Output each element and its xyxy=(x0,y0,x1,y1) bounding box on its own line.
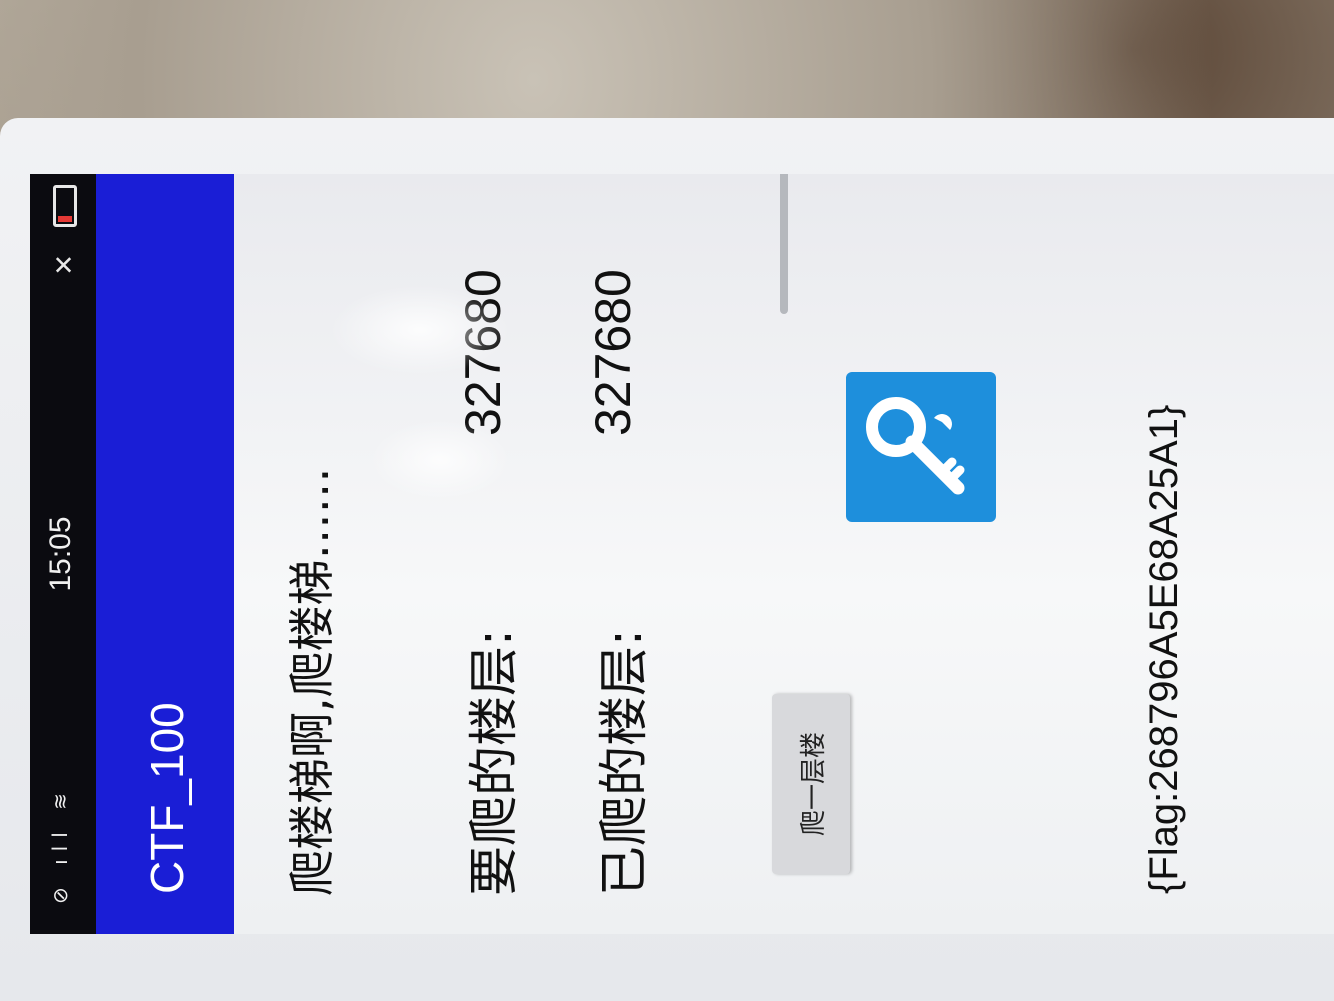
phone-screen: ⊘ ıll ≋ 15:05 ✕ CTF_100 爬楼梯啊,爬楼梯…… 要爬的楼层… xyxy=(30,174,1334,934)
flag-text: {Flag:268796A5E68A25A1} xyxy=(1142,404,1186,894)
status-time: 15:05 xyxy=(44,516,77,592)
climb-one-floor-button[interactable]: 爬一层楼 xyxy=(772,694,850,874)
app-bar: CTF_100 xyxy=(96,174,234,934)
progress-fill xyxy=(780,174,788,314)
target-floor-value: 327680 xyxy=(455,269,511,436)
app-title: CTF_100 xyxy=(141,702,193,894)
status-bar: ⊘ ıll ≋ 15:05 ✕ xyxy=(30,174,96,934)
progress-bar xyxy=(780,174,788,314)
battery-level xyxy=(58,216,72,222)
headline-text: 爬楼梯啊,爬楼梯…… xyxy=(285,467,339,896)
battery-icon xyxy=(53,185,77,227)
climbed-floor-label: 已爬的楼层: xyxy=(595,629,653,896)
main-content: 爬楼梯啊,爬楼梯…… 要爬的楼层: 327680 已爬的楼层: 327680 爬… xyxy=(234,174,1334,934)
target-floor-label: 要爬的楼层: xyxy=(465,629,523,896)
rotated-screen-content: ⊘ ıll ≋ 15:05 ✕ CTF_100 爬楼梯啊,爬楼梯…… 要爬的楼层… xyxy=(30,174,1334,934)
climbed-floor-value: 327680 xyxy=(585,269,641,436)
key-icon xyxy=(846,372,996,522)
mute-icon: ✕ xyxy=(50,254,80,276)
key-icon-graphic xyxy=(866,397,965,495)
status-right-icons: ✕ xyxy=(44,185,86,276)
